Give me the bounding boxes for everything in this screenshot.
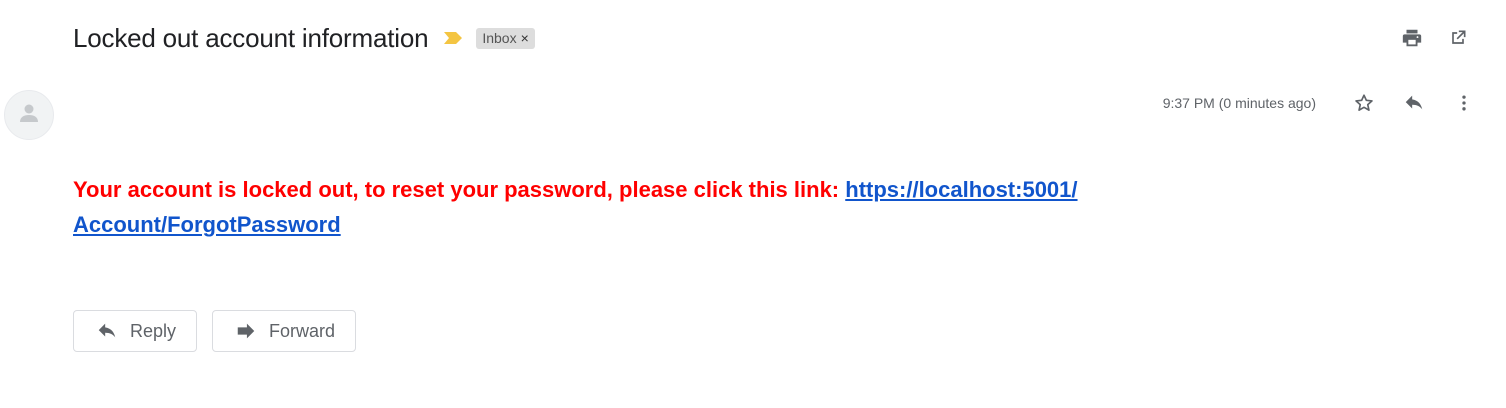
reply-button[interactable]: Reply (73, 310, 198, 352)
message-timestamp: 9:37 PM (0 minutes ago) (1162, 95, 1316, 111)
inbox-label-text: Inbox (482, 29, 517, 46)
email-subject: Locked out account information (73, 22, 429, 53)
message-meta-row: 9:37 PM (0 minutes ago) (1163, 90, 1476, 116)
inbox-label-chip[interactable]: Inbox × (476, 27, 535, 49)
reply-button-label: Reply (130, 320, 177, 341)
subject-row: Locked out account information Inbox × (73, 20, 535, 56)
avatar-placeholder-icon (17, 101, 41, 130)
open-in-new-window-icon[interactable] (1446, 26, 1470, 50)
forward-icon (235, 320, 257, 342)
forward-button-label: Forward (269, 320, 336, 341)
reply-icon (96, 320, 118, 342)
more-vertical-icon[interactable] (1452, 91, 1476, 115)
reset-password-link-line2[interactable]: Account/ForgotPassword (73, 212, 341, 237)
top-actions (1400, 26, 1470, 50)
message-body: Your account is locked out, to reset you… (73, 172, 1253, 242)
message-body-text: Your account is locked out, to reset you… (73, 177, 846, 202)
forward-button[interactable]: Forward (212, 310, 357, 352)
importance-marker-icon[interactable] (442, 30, 464, 46)
print-icon[interactable] (1400, 26, 1424, 50)
star-icon[interactable] (1352, 91, 1376, 115)
reply-icon[interactable] (1402, 91, 1426, 115)
reply-actions: Reply Forward (73, 310, 357, 352)
sender-avatar[interactable] (4, 90, 54, 140)
reset-password-link-line1[interactable]: https://localhost:5001/ (845, 177, 1077, 202)
remove-label-button[interactable]: × (521, 31, 529, 45)
